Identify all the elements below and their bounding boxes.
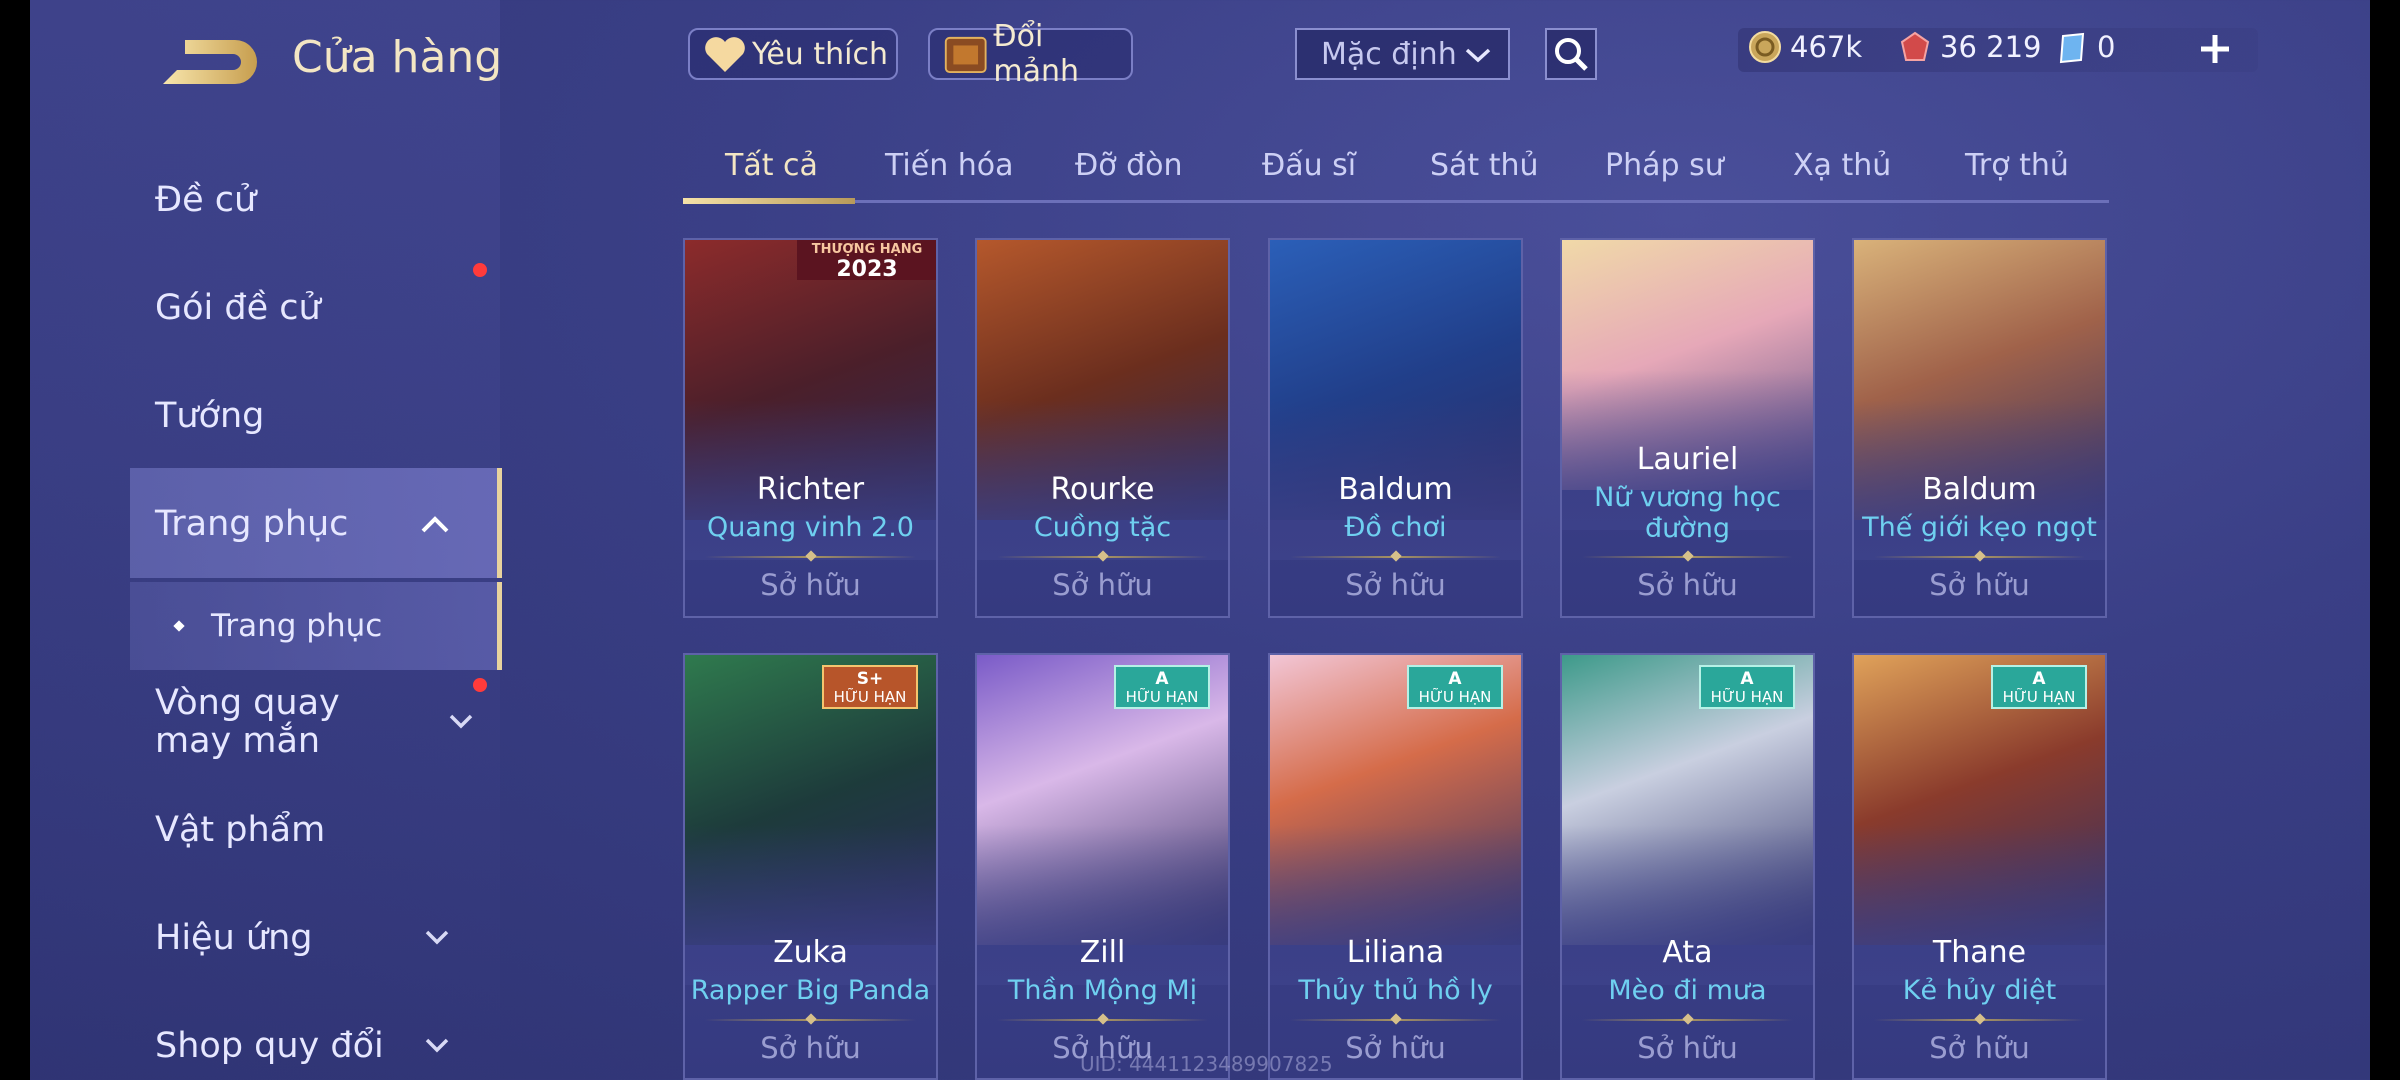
sidebar-item-bundles[interactable]: Gói đề cử (155, 268, 470, 348)
sidebar-item-heroes[interactable]: Tướng (155, 376, 470, 456)
back-arrow-icon (163, 40, 257, 84)
plus-icon[interactable] (2198, 32, 2232, 66)
tier-badge: A HỮU HẠN (1699, 665, 1795, 709)
sidebar-item-label: Vòng quay may mắn (155, 683, 340, 761)
search-button[interactable] (1545, 28, 1597, 80)
chevron-down-icon[interactable] (448, 712, 474, 730)
skin-name: Thủy thủ hồ ly (1298, 975, 1493, 1006)
tier-badge: A HỮU HẠN (1114, 665, 1210, 709)
hero-name: Ata (1662, 935, 1713, 970)
notification-dot (473, 263, 487, 277)
sidebar-item-label: Gói đề cử (155, 288, 321, 328)
sidebar-item-featured[interactable]: Đề cử (155, 160, 470, 240)
gold-balance: 467k (1748, 30, 1862, 64)
tier-badge: A HỮU HẠN (1991, 665, 2087, 709)
sidebar-item-label: Trang phục (155, 504, 349, 544)
skin-name: Cuồng tặc (1033, 512, 1172, 543)
owned-status: Sở hữu (760, 568, 861, 602)
tabs-divider (683, 200, 2109, 203)
owned-status: Sở hữu (1637, 568, 1738, 602)
tab-marksman[interactable]: Xạ thủ (1793, 148, 1891, 183)
owned-status: Sở hữu (1929, 568, 2030, 602)
gold-coin-icon (1749, 31, 1781, 63)
skin-card[interactable]: A HỮU HẠN Zill Thần Mộng Mị Sở hữu (975, 653, 1230, 1080)
shard-chest-icon (944, 36, 987, 73)
voucher-balance: 36 219 (1898, 30, 2041, 64)
tab-tank[interactable]: Đỡ đòn (1075, 148, 1183, 183)
hero-name: Baldum (1338, 472, 1453, 507)
skin-card[interactable]: S+ HỮU HẠN Zuka Rapper Big Panda Sở hữu (683, 653, 938, 1080)
sidebar-item-items[interactable]: Vật phẩm (155, 790, 470, 870)
sidebar-item-label: Shop quy đổi (155, 1026, 384, 1066)
uid-watermark: UID: 4441123489907825 (1080, 1052, 1333, 1076)
sidebar-item-effects[interactable]: Hiệu ứng (155, 898, 470, 978)
sidebar-item-skins[interactable]: Trang phục (155, 484, 470, 564)
voucher-gem-icon (1900, 31, 1930, 61)
season-ribbon: THƯỢNG HẠNG 2023 (797, 240, 936, 281)
skin-name: Rapper Big Panda (690, 975, 931, 1006)
tab-all[interactable]: Tất cả (725, 148, 818, 183)
hero-name: Baldum (1922, 472, 2037, 507)
skin-name: Đồ chơi (1344, 512, 1447, 543)
sidebar-item-label: Trang phục (211, 608, 383, 644)
back-button[interactable] (155, 30, 275, 90)
tab-mage[interactable]: Pháp sư (1605, 148, 1724, 183)
sidebar-item-label: Đề cử (155, 180, 257, 220)
tab-evolution[interactable]: Tiến hóa (885, 148, 1014, 183)
ticket-icon (2059, 32, 2085, 64)
chevron-down-icon (425, 930, 449, 945)
tab-assassin[interactable]: Sát thủ (1430, 148, 1539, 183)
notification-dot (473, 678, 487, 692)
chevron-down-icon (425, 1038, 449, 1053)
skin-card[interactable]: A HỮU HẠN Liliana Thủy thủ hồ ly Sở hữu (1268, 653, 1523, 1080)
hero-name: Lauriel (1636, 442, 1739, 477)
sidebar-subitem-skins[interactable]: Trang phục (173, 586, 500, 666)
tab-warrior[interactable]: Đấu sĩ (1262, 148, 1356, 183)
owned-status: Sở hữu (1345, 568, 1446, 602)
skin-name: Mèo đi mưa (1608, 975, 1767, 1006)
heart-icon (705, 37, 745, 72)
tier-badge: A HỮU HẠN (1407, 665, 1503, 709)
skin-name: Nữ vương học đường (1594, 482, 1781, 544)
exchange-shards-button[interactable]: Đổi mảnh (928, 19, 1133, 89)
hero-name: Zuka (773, 935, 848, 970)
hero-name: Liliana (1346, 935, 1445, 970)
skin-card[interactable]: THƯỢNG HẠNG 2023 Richter Quang vinh 2.0 … (683, 238, 938, 618)
hero-name: Richter (756, 472, 865, 507)
hero-name: Thane (1932, 935, 2027, 970)
owned-status: Sở hữu (1052, 568, 1153, 602)
skin-name: Kẻ hủy diệt (1902, 975, 2057, 1006)
sidebar-item-label: Tướng (155, 396, 265, 436)
owned-status: Sở hữu (760, 1031, 861, 1065)
search-icon (1555, 38, 1588, 71)
sort-dropdown[interactable]: Mặc định (1295, 28, 1510, 80)
page-title: Cửa hàng (292, 32, 503, 83)
skin-name: Thế giới kẹo ngọt (1862, 512, 2097, 543)
skin-card[interactable]: Rourke Cuồng tặc Sở hữu (975, 238, 1230, 618)
owned-status: Sở hữu (1637, 1031, 1738, 1065)
hero-name: Rourke (1050, 472, 1155, 507)
ticket-balance: 0 (2055, 30, 2115, 64)
tab-support[interactable]: Trợ thủ (1965, 148, 2069, 183)
skin-card[interactable]: Baldum Đồ chơi Sở hữu (1268, 238, 1523, 618)
sidebar-item-label: Vật phẩm (155, 810, 326, 850)
tab-active-underline (683, 198, 855, 204)
sidebar-item-exchange-shop[interactable]: Shop quy đổi (155, 1006, 470, 1080)
screen-bezel-right (2370, 0, 2400, 1080)
hero-name: Zill (1079, 935, 1126, 970)
sidebar-item-label: Hiệu ứng (155, 918, 313, 958)
favorite-button[interactable]: Yêu thích (688, 28, 898, 80)
sidebar-item-lucky-spin[interactable]: Vòng quay may mắn (155, 682, 415, 762)
chevron-down-icon (1465, 48, 1491, 63)
skin-card[interactable]: Lauriel Nữ vương học đường Sở hữu (1560, 238, 1815, 618)
skin-name: Thần Mộng Mị (1007, 975, 1198, 1006)
skin-card[interactable]: A HỮU HẠN Ata Mèo đi mưa Sở hữu (1560, 653, 1815, 1080)
screen-bezel-left (0, 0, 30, 1080)
skin-card[interactable]: A HỮU HẠN Thane Kẻ hủy diệt Sở hữu (1852, 653, 2107, 1080)
tier-badge: S+ HỮU HẠN (822, 665, 918, 709)
skin-name: Quang vinh 2.0 (707, 512, 914, 543)
owned-status: Sở hữu (1929, 1031, 2030, 1065)
skin-card[interactable]: Baldum Thế giới kẹo ngọt Sở hữu (1852, 238, 2107, 618)
chevron-up-icon (421, 516, 449, 533)
